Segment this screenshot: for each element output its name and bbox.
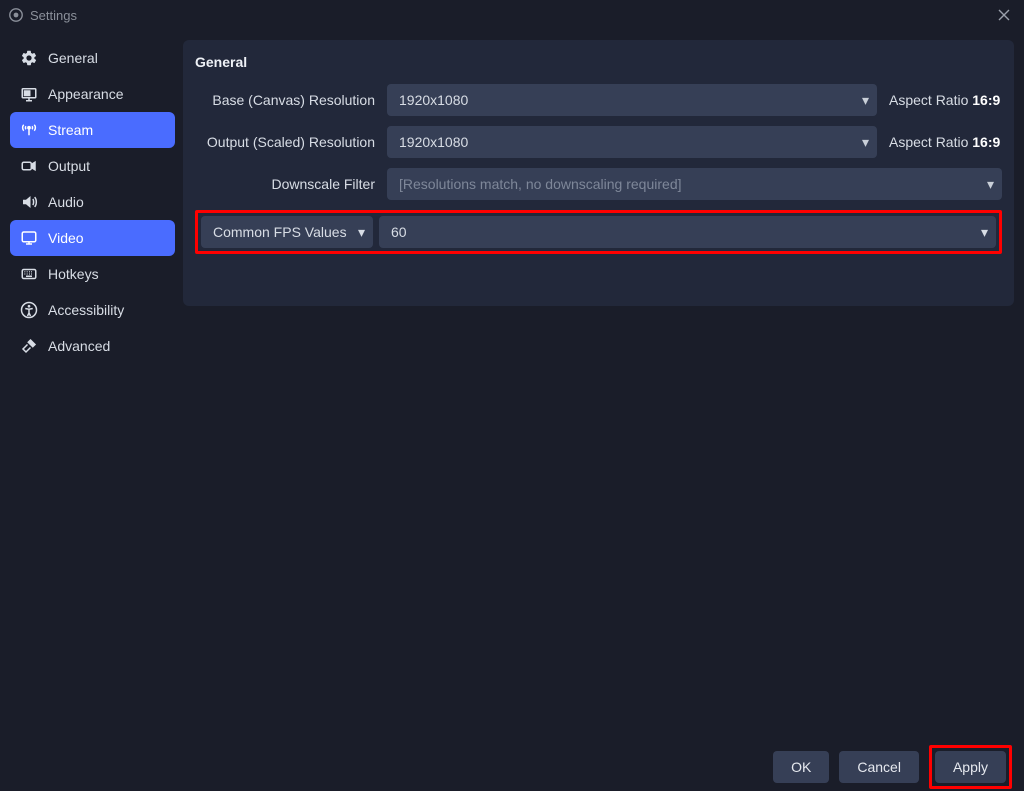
sidebar-item-advanced[interactable]: Advanced	[10, 328, 175, 364]
sidebar-item-label: Hotkeys	[48, 266, 99, 282]
sidebar-item-label: Audio	[48, 194, 84, 210]
sidebar-item-label: Video	[48, 230, 84, 246]
section-title: General	[195, 54, 1002, 70]
sidebar-item-appearance[interactable]: Appearance	[10, 76, 175, 112]
chevron-down-icon: ▾	[862, 92, 869, 109]
accessibility-icon	[20, 301, 38, 319]
window-titlebar: Settings	[0, 0, 1024, 30]
chevron-down-icon: ▾	[981, 224, 988, 241]
sidebar-item-label: Appearance	[48, 86, 124, 102]
chevron-down-icon: ▾	[358, 224, 365, 241]
tools-icon	[20, 337, 38, 355]
sidebar-item-label: Stream	[48, 122, 93, 138]
speaker-icon	[20, 193, 38, 211]
window-title: Settings	[30, 8, 77, 23]
keyboard-icon	[20, 265, 38, 283]
dialog-footer: OK Cancel Apply	[0, 742, 1024, 791]
chevron-down-icon: ▾	[987, 176, 994, 193]
apply-button[interactable]: Apply	[935, 751, 1006, 783]
base-resolution-value: 1920x1080	[399, 92, 468, 108]
fps-value: 60	[391, 224, 407, 240]
sidebar-item-accessibility[interactable]: Accessibility	[10, 292, 175, 328]
sidebar-item-general[interactable]: General	[10, 40, 175, 76]
output-resolution-value: 1920x1080	[399, 134, 468, 150]
fps-type-select[interactable]: Common FPS Values ▾	[201, 216, 373, 248]
sidebar-item-hotkeys[interactable]: Hotkeys	[10, 256, 175, 292]
sidebar-item-label: Accessibility	[48, 302, 124, 318]
sidebar-item-audio[interactable]: Audio	[10, 184, 175, 220]
camcorder-icon	[20, 157, 38, 175]
sidebar-item-label: Output	[48, 158, 90, 174]
base-resolution-select[interactable]: 1920x1080 ▾	[387, 84, 877, 116]
cancel-button[interactable]: Cancel	[839, 751, 919, 783]
apply-highlight: Apply	[929, 745, 1012, 789]
sidebar-item-label: General	[48, 50, 98, 66]
output-resolution-label: Output (Scaled) Resolution	[195, 134, 375, 150]
output-resolution-select[interactable]: 1920x1080 ▾	[387, 126, 877, 158]
sidebar-item-output[interactable]: Output	[10, 148, 175, 184]
sidebar-item-stream[interactable]: Stream	[10, 112, 175, 148]
display-icon	[20, 85, 38, 103]
fps-value-select[interactable]: 60 ▾	[379, 216, 996, 248]
ok-button[interactable]: OK	[773, 751, 829, 783]
downscale-filter-select[interactable]: [Resolutions match, no downscaling requi…	[387, 168, 1002, 200]
downscale-filter-label: Downscale Filter	[195, 176, 375, 192]
antenna-icon	[20, 121, 38, 139]
base-aspect-ratio: Aspect Ratio 16:9	[889, 92, 1002, 108]
app-logo-icon	[8, 7, 24, 23]
sidebar-item-video[interactable]: Video	[10, 220, 175, 256]
window-close-button[interactable]	[992, 3, 1016, 27]
base-resolution-label: Base (Canvas) Resolution	[195, 92, 375, 108]
fps-type-label: Common FPS Values	[213, 224, 347, 240]
sidebar-item-label: Advanced	[48, 338, 110, 354]
output-aspect-ratio: Aspect Ratio 16:9	[889, 134, 1002, 150]
monitor-icon	[20, 229, 38, 247]
fps-row-highlight: Common FPS Values ▾ 60 ▾	[195, 210, 1002, 254]
downscale-filter-value: [Resolutions match, no downscaling requi…	[399, 176, 682, 192]
settings-content: General Base (Canvas) Resolution 1920x10…	[183, 30, 1024, 742]
chevron-down-icon: ▾	[862, 134, 869, 151]
gear-icon	[20, 49, 38, 67]
settings-sidebar: General Appearance Stream Output Audio V…	[0, 30, 183, 742]
